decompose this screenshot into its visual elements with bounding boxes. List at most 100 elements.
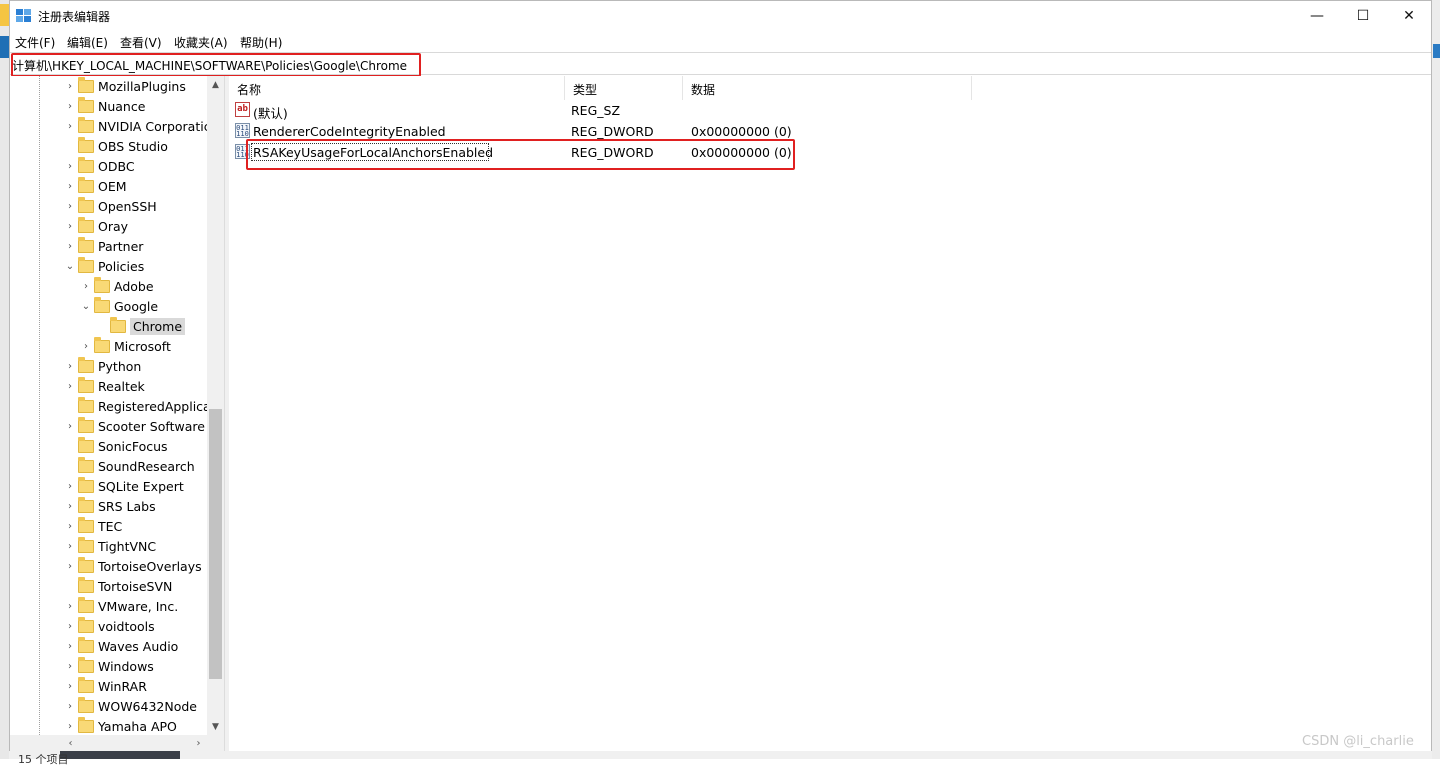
chevron-right-icon[interactable]: › (64, 541, 76, 552)
folder-icon (78, 356, 94, 373)
chevron-right-icon[interactable]: › (64, 361, 76, 372)
scroll-down-icon[interactable]: ▼ (207, 718, 224, 735)
tree-item-label: VMware, Inc. (98, 598, 179, 614)
maximize-button[interactable]: ☐ (1340, 1, 1386, 31)
tree-item-microsoft[interactable]: › Microsoft (80, 336, 171, 356)
menu-edit[interactable]: 编辑(E) (67, 34, 108, 51)
tree-item-odbc[interactable]: › ODBC (64, 156, 135, 176)
folder-icon (94, 336, 110, 353)
folder-icon (78, 716, 94, 733)
chevron-right-icon[interactable]: › (64, 721, 76, 732)
chevron-right-icon[interactable]: › (64, 601, 76, 612)
chevron-right-icon[interactable]: › (64, 641, 76, 652)
tree-item-label: Waves Audio (98, 638, 179, 654)
chevron-right-icon[interactable]: › (64, 421, 76, 432)
value-row-default[interactable]: ab (默认) REG_SZ (229, 100, 989, 121)
chevron-right-icon[interactable]: › (64, 121, 76, 132)
tree-item-vmware-inc-[interactable]: › VMware, Inc. (64, 596, 178, 616)
close-button[interactable]: ✕ (1386, 1, 1432, 31)
folder-icon (78, 176, 94, 193)
folder-icon (78, 696, 94, 713)
scroll-up-icon[interactable]: ▲ (207, 76, 224, 93)
tree-item-oem[interactable]: › OEM (64, 176, 127, 196)
minimize-button[interactable]: — (1294, 1, 1340, 31)
values-list[interactable]: 名称 类型 数据 ab (默认) REG_SZ 011 110 RendererC… (229, 76, 1431, 751)
tree-item-openssh[interactable]: › OpenSSH (64, 196, 157, 216)
tree-vertical-scrollbar[interactable]: ▲ ▼ (207, 76, 224, 735)
title-bar[interactable]: 注册表编辑器 — ☐ ✕ (10, 1, 1431, 31)
tree-item-tec[interactable]: › TEC (64, 516, 122, 536)
menu-help[interactable]: 帮助(H) (240, 34, 282, 51)
tree-item-sqlite-expert[interactable]: › SQLite Expert (64, 476, 184, 496)
tree-item-nvidia-corporatic[interactable]: › NVIDIA Corporatic (64, 116, 211, 136)
chevron-right-icon[interactable]: › (64, 481, 76, 492)
chevron-right-icon[interactable]: › (80, 281, 92, 292)
chevron-right-icon[interactable]: › (64, 101, 76, 112)
tree-item-soundresearch[interactable]: SoundResearch (64, 456, 195, 476)
scroll-left-icon[interactable]: ‹ (62, 735, 79, 751)
chevron-right-icon[interactable]: › (64, 221, 76, 232)
chevron-right-icon[interactable]: › (64, 381, 76, 392)
chevron-right-icon[interactable]: › (64, 661, 76, 672)
menu-file[interactable]: 文件(F) (15, 34, 55, 51)
chevron-down-icon[interactable]: ⌄ (80, 301, 92, 312)
column-header-data[interactable]: 数据 (683, 76, 972, 100)
scroll-thumb[interactable] (209, 409, 222, 679)
chevron-right-icon[interactable]: › (64, 681, 76, 692)
tree-item-tortoisesvn[interactable]: TortoiseSVN (64, 576, 172, 596)
tree-horizontal-scrollbar[interactable]: ‹ › (10, 735, 224, 751)
column-header-name[interactable]: 名称 (229, 76, 565, 100)
value-type: REG_SZ (571, 103, 621, 118)
tree-item-label: voidtools (98, 618, 155, 634)
chevron-right-icon[interactable]: › (64, 501, 76, 512)
tree-item-policies[interactable]: ⌄ Policies (64, 256, 144, 276)
chevron-right-icon[interactable]: › (64, 201, 76, 212)
chevron-right-icon[interactable]: › (64, 181, 76, 192)
tree-item-python[interactable]: › Python (64, 356, 141, 376)
tree-item-obs-studio[interactable]: OBS Studio (64, 136, 168, 156)
tree-item-nuance[interactable]: › Nuance (64, 96, 145, 116)
key-tree[interactable]: › MozillaPlugins › Nuance › NVIDIA Corporatic… (10, 76, 225, 751)
chevron-right-icon[interactable]: › (64, 81, 76, 92)
scroll-right-icon[interactable]: › (190, 735, 207, 751)
tree-item-waves-audio[interactable]: › Waves Audio (64, 636, 178, 656)
tree-item-scooter-software[interactable]: › Scooter Software (64, 416, 205, 436)
tree-item-label: WinRAR (98, 678, 147, 694)
tree-item-sonicfocus[interactable]: SonicFocus (64, 436, 168, 456)
tree-item-wow6432node[interactable]: › WOW6432Node (64, 696, 197, 716)
folder-icon (78, 156, 94, 173)
chevron-down-icon[interactable]: ⌄ (64, 261, 76, 272)
column-header-type[interactable]: 类型 (565, 76, 683, 100)
tree-item-registeredapplica[interactable]: RegisteredApplica (64, 396, 211, 416)
chevron-right-icon[interactable]: › (64, 561, 76, 572)
tree-item-label: Adobe (114, 278, 154, 294)
tree-item-tortoiseoverlays[interactable]: › TortoiseOverlays (64, 556, 202, 576)
tree-item-tightvnc[interactable]: › TightVNC (64, 536, 156, 556)
chevron-right-icon[interactable]: › (80, 341, 92, 352)
chevron-right-icon[interactable]: › (64, 241, 76, 252)
tree-item-oray[interactable]: › Oray (64, 216, 128, 236)
tree-item-srs-labs[interactable]: › SRS Labs (64, 496, 156, 516)
tree-item-mozillaplugins[interactable]: › MozillaPlugins (64, 76, 186, 96)
tree-item-yamaha-apo[interactable]: › Yamaha APO (64, 716, 177, 736)
tree-item-realtek[interactable]: › Realtek (64, 376, 145, 396)
tree-item-partner[interactable]: › Partner (64, 236, 143, 256)
tree-item-google[interactable]: ⌄ Google (80, 296, 158, 316)
tree-item-winrar[interactable]: › WinRAR (64, 676, 147, 696)
folder-icon (78, 636, 94, 653)
value-highlight-box (246, 139, 795, 170)
chevron-right-icon[interactable]: › (64, 521, 76, 532)
background-dark-strip (60, 751, 180, 759)
tree-item-voidtools[interactable]: › voidtools (64, 616, 155, 636)
tree-item-adobe[interactable]: › Adobe (80, 276, 154, 296)
tree-item-windows[interactable]: › Windows (64, 656, 154, 676)
chevron-right-icon[interactable]: › (64, 701, 76, 712)
tree-item-chrome[interactable]: Chrome (96, 316, 186, 336)
folder-icon (78, 376, 94, 393)
menu-view[interactable]: 查看(V) (120, 34, 162, 51)
address-highlight-box (11, 53, 421, 77)
chevron-right-icon[interactable]: › (64, 621, 76, 632)
regedit-icon (16, 9, 32, 24)
chevron-right-icon[interactable]: › (64, 161, 76, 172)
menu-favorites[interactable]: 收藏夹(A) (174, 34, 228, 51)
